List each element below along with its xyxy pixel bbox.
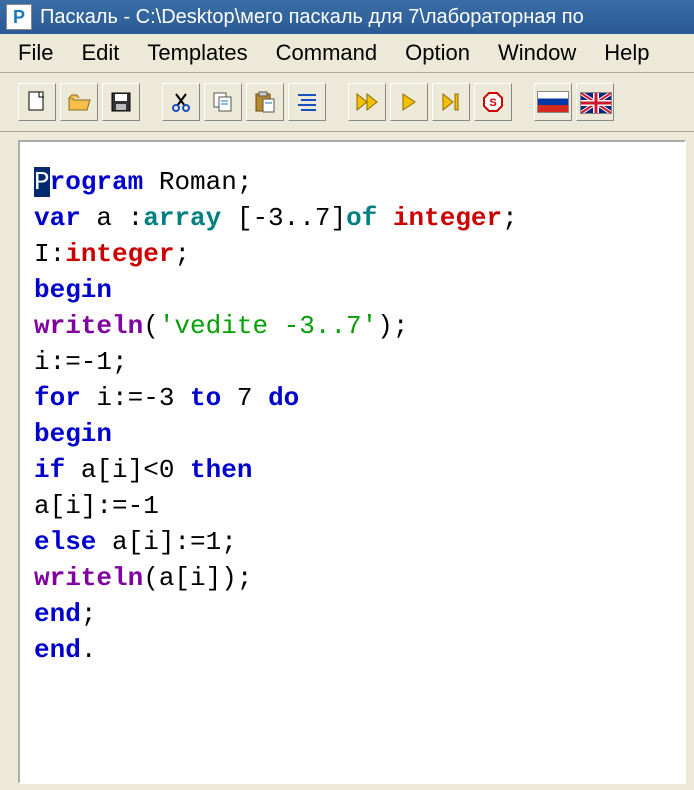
code-token: writeln — [34, 563, 143, 593]
cut-button[interactable] — [162, 83, 200, 121]
code-line[interactable]: writeln('vedite -3..7'); — [34, 308, 670, 344]
run-button[interactable] — [390, 83, 428, 121]
code-token: else — [34, 527, 96, 557]
stop-icon: S — [482, 91, 504, 113]
menu-window[interactable]: Window — [488, 36, 594, 70]
code-token — [377, 203, 393, 233]
code-token: integer — [393, 203, 502, 233]
code-token: array — [143, 203, 221, 233]
code-token: end — [34, 599, 81, 629]
code-token: I: — [34, 239, 65, 269]
code-token: ; — [81, 599, 97, 629]
code-token: a[i]:=1; — [96, 527, 236, 557]
flag-uk-icon — [580, 92, 610, 112]
open-button[interactable] — [60, 83, 98, 121]
menu-file[interactable]: File — [8, 36, 71, 70]
new-icon — [27, 91, 47, 113]
code-line[interactable]: I:integer; — [34, 236, 670, 272]
window-title: Паскаль - C:\Desktop\мего паскаль для 7\… — [40, 6, 584, 29]
code-token: for — [34, 383, 81, 413]
code-token: to — [190, 383, 221, 413]
code-line[interactable]: i:=-1; — [34, 344, 670, 380]
code-token: 'vedite -3..7' — [159, 311, 377, 341]
editor-frame: Program Roman;var a :array [-3..7]of int… — [18, 140, 686, 784]
menu-command[interactable]: Command — [266, 36, 395, 70]
code-token: begin — [34, 419, 112, 449]
code-token: writeln — [34, 311, 143, 341]
new-button[interactable] — [18, 83, 56, 121]
paste-button[interactable] — [246, 83, 284, 121]
toolbar: S — [0, 73, 694, 132]
menubar: File Edit Templates Command Option Windo… — [0, 34, 694, 73]
code-line[interactable]: var a :array [-3..7]of integer; — [34, 200, 670, 236]
code-token: end — [34, 635, 81, 665]
menu-edit[interactable]: Edit — [71, 36, 137, 70]
step-icon — [441, 92, 461, 112]
code-line[interactable]: a[i]:=-1 — [34, 488, 670, 524]
code-token: i:=-3 — [81, 383, 190, 413]
code-line[interactable]: begin — [34, 272, 670, 308]
code-token: . — [81, 635, 97, 665]
code-token: P — [34, 167, 50, 197]
run-fast-button[interactable] — [348, 83, 386, 121]
code-token: ; — [174, 239, 190, 269]
titlebar: P Паскаль - C:\Desktop\мего паскаль для … — [0, 0, 694, 34]
code-editor[interactable]: Program Roman;var a :array [-3..7]of int… — [20, 142, 684, 690]
code-token: of — [346, 203, 377, 233]
code-token: if — [34, 455, 65, 485]
stop-button[interactable]: S — [474, 83, 512, 121]
code-token: (a[i]); — [143, 563, 252, 593]
run-fast-icon — [355, 92, 379, 112]
code-line[interactable]: Program Roman; — [34, 164, 670, 200]
code-line[interactable]: begin — [34, 416, 670, 452]
menu-help[interactable]: Help — [594, 36, 667, 70]
run-icon — [400, 92, 418, 112]
save-button[interactable] — [102, 83, 140, 121]
paste-icon — [254, 91, 276, 113]
flag-ru-icon — [537, 91, 569, 113]
copy-button[interactable] — [204, 83, 242, 121]
svg-text:S: S — [489, 97, 496, 109]
app-icon: P — [6, 4, 32, 30]
code-token: var — [34, 203, 81, 233]
code-line[interactable]: end. — [34, 632, 670, 668]
code-token: Roman; — [143, 167, 252, 197]
code-token: begin — [34, 275, 112, 305]
code-token: a[i]<0 — [65, 455, 190, 485]
open-icon — [67, 92, 91, 112]
format-icon — [296, 92, 318, 112]
code-line[interactable]: else a[i]:=1; — [34, 524, 670, 560]
code-token: then — [190, 455, 252, 485]
lang-ru-button[interactable] — [534, 83, 572, 121]
cut-icon — [171, 92, 191, 112]
code-token: do — [268, 383, 299, 413]
code-token: integer — [65, 239, 174, 269]
code-token: 7 — [221, 383, 268, 413]
code-token: ( — [143, 311, 159, 341]
code-token: ; — [502, 203, 518, 233]
code-token: ); — [377, 311, 408, 341]
format-button[interactable] — [288, 83, 326, 121]
code-token: i:=-1; — [34, 347, 128, 377]
code-line[interactable]: end; — [34, 596, 670, 632]
save-icon — [111, 92, 131, 112]
code-line[interactable]: writeln(a[i]); — [34, 560, 670, 596]
code-line[interactable]: for i:=-3 to 7 do — [34, 380, 670, 416]
copy-icon — [212, 91, 234, 113]
menu-option[interactable]: Option — [395, 36, 488, 70]
step-button[interactable] — [432, 83, 470, 121]
code-line[interactable]: if a[i]<0 then — [34, 452, 670, 488]
code-token: [-3..7] — [221, 203, 346, 233]
menu-templates[interactable]: Templates — [137, 36, 265, 70]
code-token: rogram — [50, 167, 144, 197]
lang-uk-button[interactable] — [576, 83, 614, 121]
code-token: a[i]:=-1 — [34, 491, 159, 521]
code-token: a : — [81, 203, 143, 233]
